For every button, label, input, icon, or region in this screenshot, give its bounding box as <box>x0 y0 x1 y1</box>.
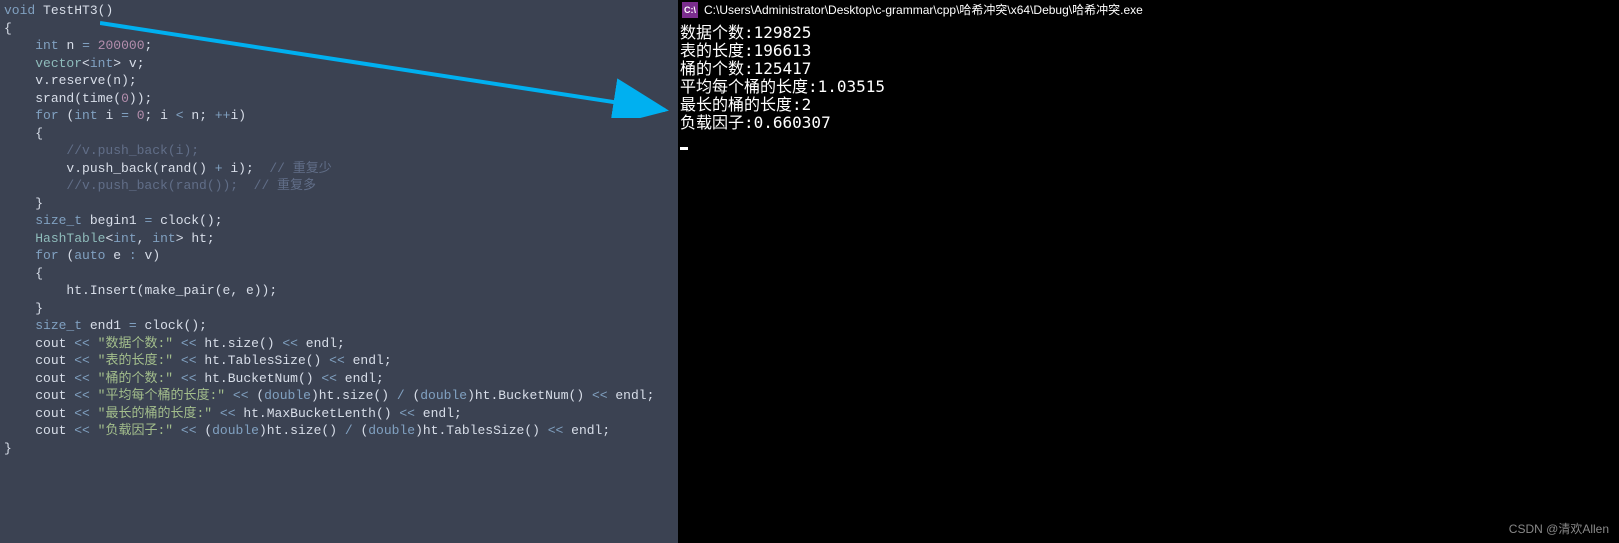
code-line: //v.push_back(i); <box>4 142 674 160</box>
console-body[interactable]: 数据个数:129825 表的长度:196613 桶的个数:125417 平均每个… <box>678 20 1619 154</box>
code-editor-pane: void TestHT3() { int n = 200000; vector<… <box>0 0 678 543</box>
code-line: v.reserve(n); <box>4 72 674 90</box>
code-line: size_t begin1 = clock(); <box>4 212 674 230</box>
console-output-line: 桶的个数:125417 <box>680 60 1617 78</box>
console-output-line: 表的长度:196613 <box>680 42 1617 60</box>
code-line: for (auto e : v) <box>4 247 674 265</box>
console-icon: C:\ <box>682 2 698 18</box>
code-line: cout << "负载因子:" << (double)ht.size() / (… <box>4 422 674 440</box>
console-window: C:\ C:\Users\Administrator\Desktop\c-gra… <box>678 0 1619 543</box>
code-line: void TestHT3() <box>4 2 674 20</box>
console-output-line: 平均每个桶的长度:1.03515 <box>680 78 1617 96</box>
code-line: srand(time(0)); <box>4 90 674 108</box>
code-line: cout << "平均每个桶的长度:" << (double)ht.size()… <box>4 387 674 405</box>
code-line: //v.push_back(rand()); // 重复多 <box>4 177 674 195</box>
code-line: { <box>4 125 674 143</box>
watermark-text: CSDN @清欢Allen <box>1509 520 1609 537</box>
code-line: } <box>4 195 674 213</box>
code-line: HashTable<int, int> ht; <box>4 230 674 248</box>
code-line: size_t end1 = clock(); <box>4 317 674 335</box>
console-titlebar[interactable]: C:\ C:\Users\Administrator\Desktop\c-gra… <box>678 0 1619 20</box>
console-cursor <box>680 147 688 150</box>
code-line: int n = 200000; <box>4 37 674 55</box>
code-line: { <box>4 265 674 283</box>
console-output-line: 负载因子:0.660307 <box>680 114 1617 132</box>
code-line: } <box>4 440 674 458</box>
code-line: for (int i = 0; i < n; ++i) <box>4 107 674 125</box>
code-line: cout << "数据个数:" << ht.size() << endl; <box>4 335 674 353</box>
console-output-line: 最长的桶的长度:2 <box>680 96 1617 114</box>
code-line: ht.Insert(make_pair(e, e)); <box>4 282 674 300</box>
code-line: { <box>4 20 674 38</box>
code-line: cout << "表的长度:" << ht.TablesSize() << en… <box>4 352 674 370</box>
console-output-line: 数据个数:129825 <box>680 24 1617 42</box>
console-title: C:\Users\Administrator\Desktop\c-grammar… <box>704 1 1143 19</box>
code-line: } <box>4 300 674 318</box>
code-line: vector<int> v; <box>4 55 674 73</box>
code-line: cout << "桶的个数:" << ht.BucketNum() << end… <box>4 370 674 388</box>
code-line: v.push_back(rand() + i); // 重复少 <box>4 160 674 178</box>
code-line: cout << "最长的桶的长度:" << ht.MaxBucketLenth(… <box>4 405 674 423</box>
